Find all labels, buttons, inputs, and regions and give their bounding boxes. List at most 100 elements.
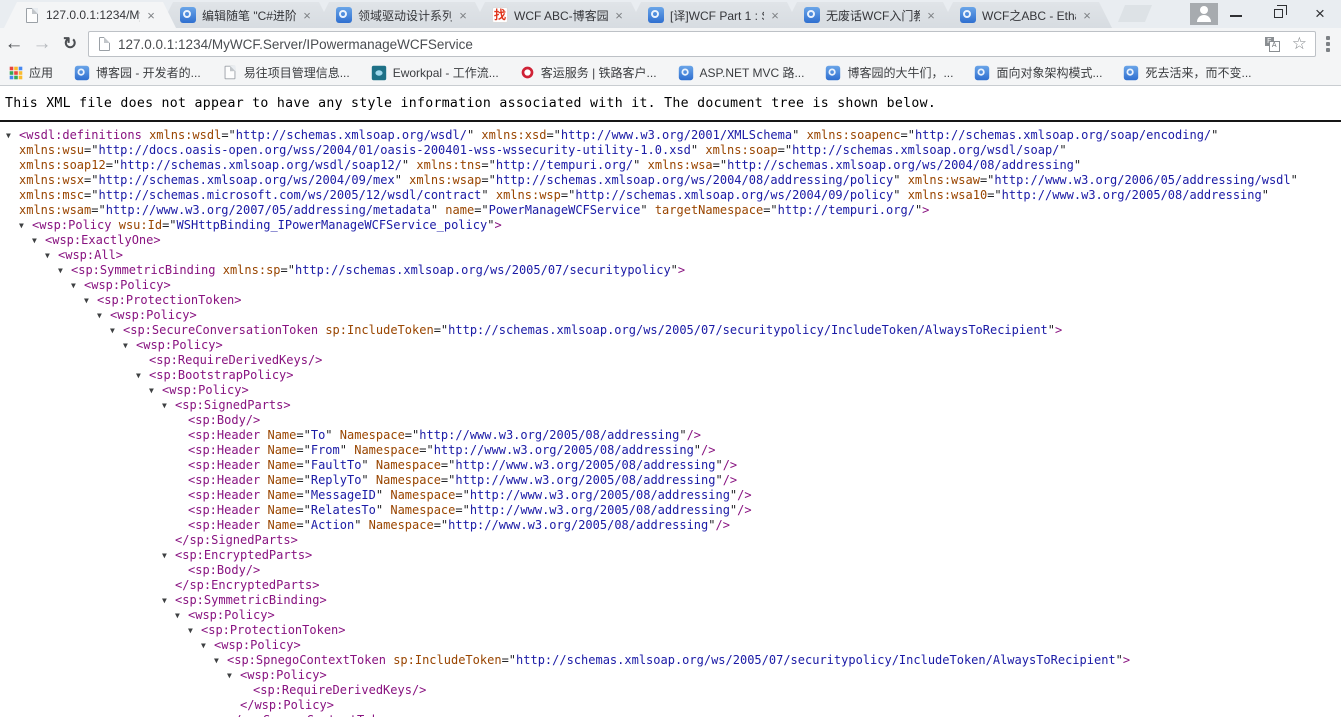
xml-line-text: <wsp:Policy wsu:Id="WSHttpBinding_IPower… xyxy=(32,218,502,232)
xml-line: ▼ <wsp:Policy> xyxy=(0,383,1341,398)
profile-avatar[interactable] xyxy=(1190,3,1218,25)
xml-line: <sp:Header Name="ReplyTo" Namespace="htt… xyxy=(0,473,1341,488)
xml-line-text: <wsp:Policy> xyxy=(162,383,249,397)
xml-line-text: <wsp:Policy> xyxy=(214,638,301,652)
xml-line: </sp:EncryptedParts> xyxy=(0,578,1341,593)
collapse-arrow-icon[interactable]: ▼ xyxy=(175,608,188,623)
xml-line-text: <sp:EncryptedParts> xyxy=(175,548,313,562)
page-document-icon xyxy=(99,37,110,51)
tab-close-icon[interactable]: × xyxy=(300,8,314,23)
bookmark-item[interactable]: 博客园 - 开发者的... xyxy=(74,64,201,81)
xml-line: <sp:Header Name="To" Namespace="http://w… xyxy=(0,428,1341,443)
tab-5[interactable]: [译]WCF Part 1 : Se × xyxy=(628,2,800,28)
tab-3[interactable]: 领域驱动设计系列文 × xyxy=(316,2,488,28)
bookmark-item[interactable]: 客运服务 | 铁路客户... xyxy=(520,64,657,81)
tab-close-icon[interactable]: × xyxy=(1080,8,1094,23)
collapse-arrow-icon[interactable]: ▼ xyxy=(71,278,84,293)
xml-line-text: <sp:SpnegoContextToken sp:IncludeToken="… xyxy=(227,653,1131,667)
address-bar[interactable]: 127.0.0.1:1234/MyWCF.Server/IPowermanage… xyxy=(88,31,1316,57)
cnblogs-ring xyxy=(828,68,837,76)
cnblogs-ring xyxy=(807,10,815,18)
maximize-button[interactable] xyxy=(1257,0,1299,26)
collapse-arrow-icon[interactable]: ▼ xyxy=(162,398,175,413)
cnblogs-icon xyxy=(1124,65,1139,80)
collapse-arrow-icon[interactable]: ▼ xyxy=(162,593,175,608)
xml-line: ▼ <sp:BootstrapPolicy> xyxy=(0,368,1341,383)
tab-title: [译]WCF Part 1 : Se xyxy=(670,8,759,23)
collapse-arrow-icon[interactable]: ▼ xyxy=(136,368,149,383)
tab-2[interactable]: 编辑随笔 "C#进阶系 × xyxy=(160,2,332,28)
xml-line-text: <sp:Header Name="Action" Namespace="http… xyxy=(188,518,730,532)
xml-line: ▼ <sp:SecureConversationToken sp:IncludeT… xyxy=(0,323,1341,338)
url-text[interactable]: 127.0.0.1:1234/MyWCF.Server/IPowermanage… xyxy=(118,37,1265,52)
collapse-arrow-icon[interactable]: ▼ xyxy=(110,323,123,338)
bookmarks-bar: 应用 博客园 - 开发者的... 易往项目管理信息... Eworkpal - 工作流… xyxy=(0,60,1341,86)
cnblogs-ring xyxy=(339,10,347,18)
xml-line: </wsp:Policy> xyxy=(0,698,1341,713)
tab-close-icon[interactable]: × xyxy=(456,8,470,23)
collapse-arrow-icon[interactable]: ▼ xyxy=(214,653,227,668)
bookmark-item[interactable]: 应用 xyxy=(9,64,53,81)
cnblogs-icon xyxy=(975,65,990,80)
bookmark-item[interactable]: 易往项目管理信息... xyxy=(222,64,350,81)
collapse-arrow-icon[interactable]: ▼ xyxy=(97,308,110,323)
menu-icon[interactable] xyxy=(1321,34,1335,54)
collapse-arrow-icon[interactable]: ▼ xyxy=(32,233,45,248)
xml-line-text: <wsp:Policy> xyxy=(188,608,275,622)
xml-line: ▼ <wsp:Policy> xyxy=(0,278,1341,293)
xml-line: ▼ <wsp:Policy> xyxy=(0,608,1341,623)
bookmark-item[interactable]: ASP.NET MVC 路... xyxy=(678,64,805,81)
tab-6[interactable]: 无废话WCF入门教程 × xyxy=(784,2,956,28)
xml-line-text: <sp:Header Name="RelatesTo" Namespace="h… xyxy=(188,503,752,517)
xml-line: <sp:Header Name="FaultTo" Namespace="htt… xyxy=(0,458,1341,473)
bookmark-item[interactable]: 博客园的大牛们，... xyxy=(825,64,953,81)
xml-style-notice: This XML file does not appear to have an… xyxy=(5,96,937,111)
xml-line: ▼ <wsdl:definitions xmlns:wsdl="http://sc… xyxy=(0,128,1341,218)
xml-line: <sp:Header Name="RelatesTo" Namespace="h… xyxy=(0,503,1341,518)
collapse-arrow-icon[interactable]: ▼ xyxy=(149,383,162,398)
collapse-arrow-icon[interactable]: ▼ xyxy=(188,623,201,638)
close-window-button[interactable]: × xyxy=(1299,0,1341,26)
tab-close-icon[interactable]: × xyxy=(924,8,938,23)
tab-close-icon[interactable]: × xyxy=(612,8,626,23)
translate-icon[interactable] xyxy=(1264,36,1280,52)
collapse-arrow-icon[interactable]: ▼ xyxy=(201,638,214,653)
xml-line-text: <sp:Header Name="ReplyTo" Namespace="htt… xyxy=(188,473,738,487)
xml-line-text: <wsp:Policy> xyxy=(84,278,171,292)
bookmark-label: ASP.NET MVC 路... xyxy=(699,66,805,80)
new-tab-button[interactable] xyxy=(1118,5,1152,22)
reload-button[interactable]: ↻ xyxy=(56,34,84,54)
collapse-arrow-icon[interactable]: ▼ xyxy=(123,338,136,353)
xml-line: ▼ <wsp:Policy> xyxy=(0,638,1341,653)
collapse-arrow-icon[interactable]: ▼ xyxy=(227,668,240,683)
tab-title: WCF ABC-博客园搜 xyxy=(514,8,608,23)
collapse-arrow-icon[interactable]: ▼ xyxy=(162,548,175,563)
tab-close-icon[interactable]: × xyxy=(768,8,782,23)
tab-7[interactable]: WCF之ABC - Ethan × xyxy=(940,2,1112,28)
tab-close-icon[interactable]: × xyxy=(144,8,158,23)
collapse-arrow-icon[interactable]: ▼ xyxy=(84,293,97,308)
xml-line-text: <wsp:Policy> xyxy=(136,338,223,352)
bookmark-item[interactable]: 死去活来，而不变... xyxy=(1123,64,1252,81)
minimize-button[interactable] xyxy=(1215,0,1257,26)
xml-line: ▼ <sp:SignedParts> xyxy=(0,398,1341,413)
bookmark-star-icon[interactable]: ☆ xyxy=(1292,34,1307,54)
collapse-arrow-icon[interactable]: ▼ xyxy=(58,263,71,278)
cnblogs-icon xyxy=(960,7,976,23)
xml-line-text: <sp:BootstrapPolicy> xyxy=(149,368,294,382)
xml-line-text: <sp:Header Name="To" Namespace="http://w… xyxy=(188,428,702,442)
xml-line-text: <sp:RequireDerivedKeys/> xyxy=(253,683,427,697)
bookmark-label: Eworkpal - 工作流... xyxy=(392,66,499,80)
bookmark-label: 博客园的大牛们，... xyxy=(847,66,954,80)
bookmark-label: 易往项目管理信息... xyxy=(243,66,350,80)
bookmark-item[interactable]: Eworkpal - 工作流... xyxy=(371,64,499,81)
forward-button[interactable]: → xyxy=(28,33,56,55)
tab-4[interactable]: 找 WCF ABC-博客园搜 × xyxy=(472,2,644,28)
collapse-arrow-icon[interactable]: ▼ xyxy=(45,248,58,263)
collapse-arrow-icon[interactable]: ▼ xyxy=(19,218,32,233)
tab-1[interactable]: 127.0.0.1:1234/My × xyxy=(4,2,176,28)
collapse-arrow-icon[interactable]: ▼ xyxy=(6,128,19,143)
back-button[interactable]: ← xyxy=(0,33,28,55)
bookmark-item[interactable]: 面向对象架构模式... xyxy=(974,64,1102,81)
xml-line: <sp:RequireDerivedKeys/> xyxy=(0,683,1341,698)
